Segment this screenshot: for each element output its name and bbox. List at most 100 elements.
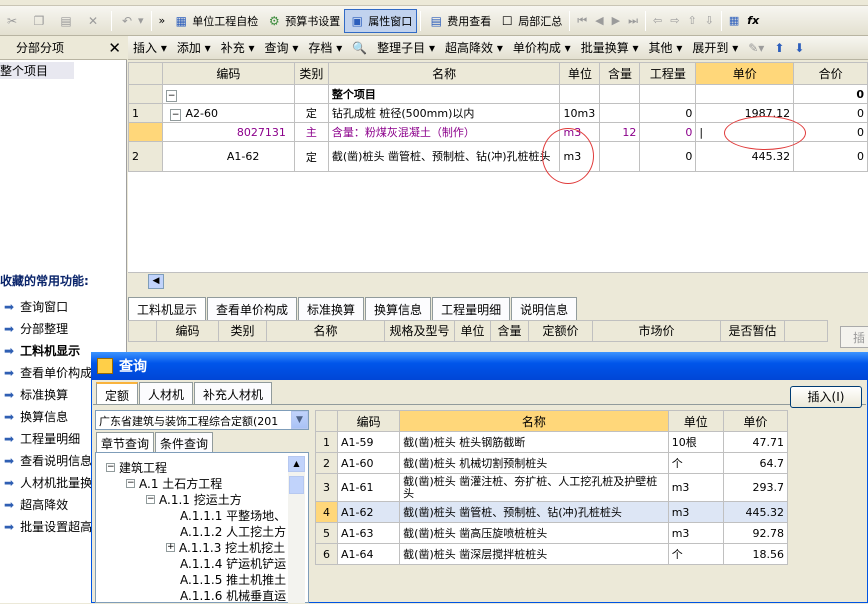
prev-icon[interactable]: ◀ [591, 9, 607, 33]
tab-qty-detail[interactable]: 工程量明细 [432, 297, 511, 320]
col-qty[interactable]: 工程量 [639, 62, 697, 85]
col-type[interactable]: 类别 [293, 62, 329, 85]
fav-item[interactable]: ➡ 超高降效 [4, 496, 68, 513]
self-check-button[interactable]: ▦ 单位工程自检 [169, 9, 262, 33]
binoculars-icon[interactable]: 🔍 [347, 41, 372, 55]
col-code[interactable]: 编码 [337, 410, 401, 432]
table-row[interactable]: 1 A1-59 截(凿)桩头 桩头钢筋截断 10根 47.71 [314, 431, 789, 453]
dialog-insert-button[interactable]: 插入(I) [790, 386, 862, 408]
tree-node[interactable]: A.1.1.2 人工挖土方 [180, 523, 286, 540]
fav-item[interactable]: ➡ 工料机显示 [4, 342, 80, 359]
down-arrow-icon[interactable]: ⬇ [789, 41, 809, 55]
fav-item[interactable]: ➡ 查看说明信息 [4, 452, 92, 469]
paint-icon[interactable]: ✎▾ [743, 41, 769, 55]
tree-node[interactable]: − 建筑工程 [106, 459, 167, 476]
bottom-insert-button[interactable]: 插入 [840, 326, 868, 348]
move-up-icon[interactable]: ⇧ [683, 9, 700, 33]
tree-node[interactable]: A.1.1.6 机械垂直运 [180, 587, 286, 604]
quota-select[interactable]: 广东省建筑与装饰工程综合定额(201 [95, 410, 309, 430]
tab-standard-convert[interactable]: 标准换算 [298, 297, 365, 320]
calculator-icon[interactable]: ▦ [725, 9, 743, 33]
tree-node[interactable]: A.1.1.1 平整场地、 [180, 507, 286, 524]
cut-icon[interactable]: ✂ [0, 9, 27, 33]
fav-item[interactable]: ➡ 标准换算 [4, 386, 68, 403]
col-content[interactable]: 含量 [599, 62, 641, 85]
tab-chapter-query[interactable]: 章节查询 [96, 432, 155, 452]
more-chevron-icon[interactable]: » [155, 9, 170, 33]
unit-price-menu[interactable]: 单价构成 ▾ [508, 39, 576, 56]
organize-menu[interactable]: 整理子目 ▾ [372, 39, 440, 56]
fav-item[interactable]: ➡ 换算信息 [4, 408, 68, 425]
col-unit[interactable]: 单位 [559, 62, 601, 85]
horizontal-scrollbar[interactable]: ◀ [128, 272, 868, 289]
scroll-left-icon[interactable]: ◀ [148, 274, 164, 289]
col-name[interactable]: 名称 [327, 62, 561, 85]
add-menu[interactable]: 添加 ▾ [172, 39, 216, 56]
cost-view-button[interactable]: ▤ 费用查看 [424, 9, 495, 33]
table-row[interactable]: 4 A1-62 截(凿)桩头 凿管桩、预制桩、钻(冲)孔桩桩头 m3 445.32 [314, 501, 789, 523]
close-icon[interactable]: ✕ [108, 39, 121, 57]
delete-icon[interactable]: ✕ [81, 9, 108, 33]
other-menu[interactable]: 其他 ▾ [644, 39, 688, 56]
partial-summary-button[interactable]: ☐ 局部汇总 [495, 9, 566, 33]
next-icon[interactable]: ▶ [608, 9, 624, 33]
up-arrow-icon[interactable]: ⬆ [769, 41, 789, 55]
tree-node[interactable]: A.1.1.4 铲运机铲运 [180, 555, 286, 572]
move-left-icon[interactable]: ⇦ [649, 9, 666, 33]
tree-node[interactable]: A.1.1.5 推土机推土 [180, 571, 286, 588]
undo-icon[interactable]: ↶ ▾ [115, 9, 148, 33]
archive-menu[interactable]: 存档 ▾ [303, 39, 347, 56]
tree-root-item[interactable]: 整个项目 [0, 62, 74, 79]
tab-unit-price[interactable]: 查看单价构成 [207, 297, 298, 320]
tree-node[interactable]: + A.1.1.3 挖土机挖土 [166, 539, 285, 556]
tree-scrollbar[interactable]: ▲ [288, 456, 305, 603]
collapse-icon[interactable]: − [165, 89, 178, 102]
tree-node[interactable]: − A.1.1 挖运土方 [146, 491, 242, 508]
batch-convert-menu[interactable]: 批量换算 ▾ [576, 39, 644, 56]
col-unit[interactable]: 单位 [667, 410, 724, 432]
table-row[interactable]: 6 A1-64 截(凿)桩头 凿深层搅拌桩桩头个 18.56 [314, 543, 789, 565]
table-row[interactable]: 3 A1-61 截(凿)桩头 凿灌注桩、夯扩桩、人工挖孔桩及护壁桩头 m3 293.7 [314, 473, 789, 502]
col-name[interactable]: 名称 [399, 410, 669, 432]
fav-item[interactable]: ➡ 工程量明细 [4, 430, 80, 447]
table-row[interactable]: 5 A1-63 截(凿)桩头 凿高压旋喷桩桩头 m3 92.78 [314, 522, 789, 544]
tab-labor-material[interactable]: 工料机显示 [128, 297, 207, 320]
tab-convert-info[interactable]: 换算信息 [365, 297, 432, 320]
col-price[interactable]: 单价 [722, 410, 789, 432]
fav-item[interactable]: ➡ 分部整理 [4, 320, 68, 337]
tab-quota[interactable]: 定额 [96, 382, 139, 404]
fav-item[interactable]: ➡ 批量设置超高 [4, 518, 92, 535]
insert-menu[interactable]: 插入 ▾ [128, 39, 172, 56]
tab-description[interactable]: 说明信息 [511, 297, 578, 320]
tab-labor[interactable]: 人材机 [139, 382, 194, 404]
fav-item[interactable]: ➡ 人材机批量换 [4, 474, 92, 491]
fav-item[interactable]: ➡ 查看单价构成 [4, 364, 92, 381]
paste-icon[interactable]: ▤ [54, 9, 81, 33]
tab-condition-query[interactable]: 条件查询 [155, 432, 214, 452]
fav-item[interactable]: ➡ 查询窗口 [4, 298, 68, 315]
move-right-icon[interactable]: ⇨ [666, 9, 683, 33]
col-price[interactable]: 单价 [695, 62, 795, 85]
chevron-down-icon[interactable]: ▼ [291, 411, 308, 429]
last-icon[interactable]: ⏭ [624, 9, 642, 33]
copy-icon[interactable]: ❐ [27, 9, 54, 33]
collapse-icon[interactable]: − [169, 108, 182, 121]
table-row[interactable]: − 整个项目 0 [128, 84, 868, 104]
move-down-icon[interactable]: ⇩ [701, 9, 718, 33]
tab-supplement[interactable]: 补充人材机 [194, 382, 273, 404]
query-menu[interactable]: 查询 ▾ [260, 39, 304, 56]
tree-node[interactable]: − A.1 土石方工程 [126, 475, 222, 492]
budget-settings-button[interactable]: ⚙ 预算书设置 [262, 9, 344, 33]
height-reduction-menu[interactable]: 超高降效 ▾ [440, 39, 508, 56]
property-window-button[interactable]: ▣ 属性窗口 [344, 8, 418, 33]
col-code[interactable]: 编码 [161, 62, 295, 85]
scroll-up-icon[interactable]: ▲ [288, 456, 305, 472]
supplement-menu[interactable]: 补充 ▾ [216, 39, 260, 56]
dialog-titlebar[interactable]: 查询 [91, 352, 868, 380]
table-row[interactable]: 2 A1-60 截(凿)桩头 机械切割预制桩头个 64.7 [314, 452, 789, 474]
col-total[interactable]: 合价 [793, 62, 868, 85]
expand-to-menu[interactable]: 展开到 ▾ [687, 39, 743, 56]
formula-icon[interactable]: fx [743, 9, 763, 33]
scroll-thumb[interactable] [289, 476, 304, 494]
first-icon[interactable]: ⏮ [573, 9, 591, 33]
